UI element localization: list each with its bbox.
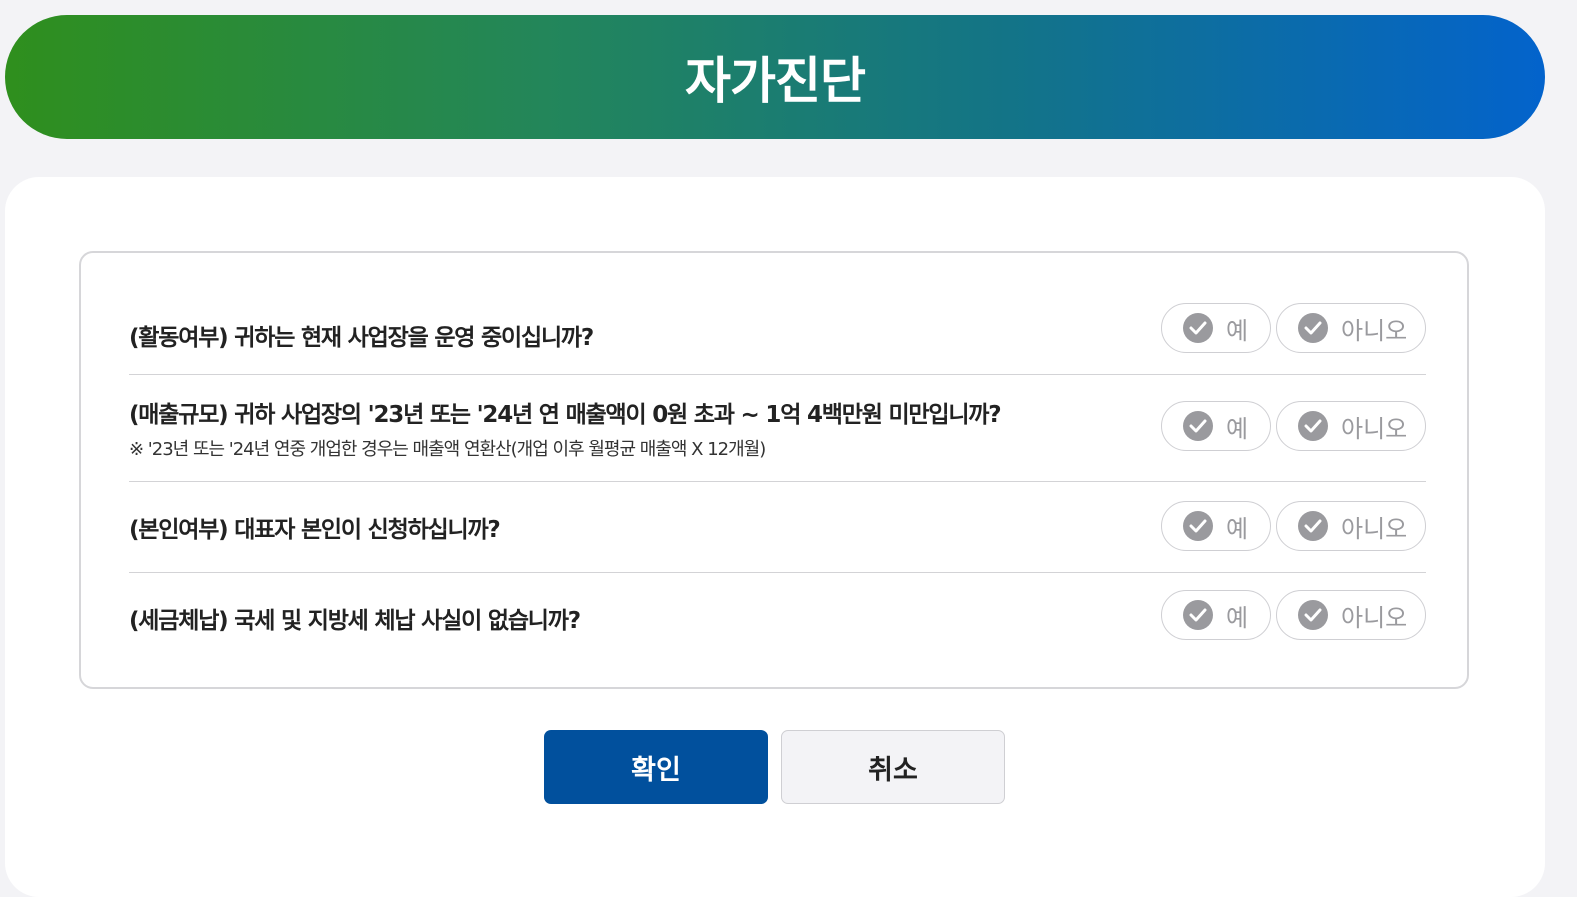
- question-row-activity: (활동여부) 귀하는 현재 사업장을 운영 중이십니까? 예 아니오: [129, 301, 1426, 375]
- self-diagnosis-card: (활동여부) 귀하는 현재 사업장을 운영 중이십니까? 예 아니오 (매출규모…: [5, 177, 1545, 897]
- check-circle-icon: [1298, 511, 1328, 541]
- no-label: 아니오: [1341, 316, 1408, 345]
- question-text: (매출규모) 귀하 사업장의 '23년 또는 '24년 연 매출액이 0원 초과…: [129, 402, 1002, 428]
- question-list: (활동여부) 귀하는 현재 사업장을 운영 중이십니까? 예 아니오 (매출규모…: [79, 251, 1469, 689]
- no-option-button[interactable]: 아니오: [1276, 590, 1426, 640]
- no-label: 아니오: [1341, 514, 1408, 543]
- question-row-sales: (매출규모) 귀하 사업장의 '23년 또는 '24년 연 매출액이 0원 초과…: [129, 375, 1426, 482]
- question-note: ※ '23년 또는 '24년 연중 개업한 경우는 매출액 연환산(개업 이후 …: [129, 439, 766, 460]
- yes-label: 예: [1226, 414, 1249, 443]
- question-text: (활동여부) 귀하는 현재 사업장을 운영 중이십니까?: [129, 325, 594, 351]
- yes-option-button[interactable]: 예: [1161, 501, 1271, 551]
- check-circle-icon: [1183, 313, 1213, 343]
- confirm-button[interactable]: 확인: [544, 730, 768, 804]
- question-row-tax: (세금체납) 국세 및 지방세 체납 사실이 없습니까? 예 아니오: [129, 573, 1426, 663]
- check-circle-icon: [1183, 600, 1213, 630]
- yes-label: 예: [1226, 603, 1249, 632]
- no-option-button[interactable]: 아니오: [1276, 303, 1426, 353]
- check-circle-icon: [1183, 511, 1213, 541]
- check-circle-icon: [1298, 411, 1328, 441]
- check-circle-icon: [1183, 411, 1213, 441]
- yes-option-button[interactable]: 예: [1161, 590, 1271, 640]
- check-circle-icon: [1298, 600, 1328, 630]
- no-option-button[interactable]: 아니오: [1276, 401, 1426, 451]
- yes-option-button[interactable]: 예: [1161, 401, 1271, 451]
- page-title: 자가진단: [685, 52, 866, 110]
- question-row-identity: (본인여부) 대표자 본인이 신청하십니까? 예 아니오: [129, 482, 1426, 573]
- no-label: 아니오: [1341, 603, 1408, 632]
- yes-label: 예: [1226, 316, 1249, 345]
- no-option-button[interactable]: 아니오: [1276, 501, 1426, 551]
- yes-option-button[interactable]: 예: [1161, 303, 1271, 353]
- check-circle-icon: [1298, 313, 1328, 343]
- cancel-button[interactable]: 취소: [781, 730, 1005, 804]
- question-text: (본인여부) 대표자 본인이 신청하십니까?: [129, 517, 501, 543]
- header-banner: 자가진단: [5, 15, 1545, 139]
- no-label: 아니오: [1341, 414, 1408, 443]
- question-text: (세금체납) 국세 및 지방세 체납 사실이 없습니까?: [129, 608, 581, 634]
- yes-label: 예: [1226, 514, 1249, 543]
